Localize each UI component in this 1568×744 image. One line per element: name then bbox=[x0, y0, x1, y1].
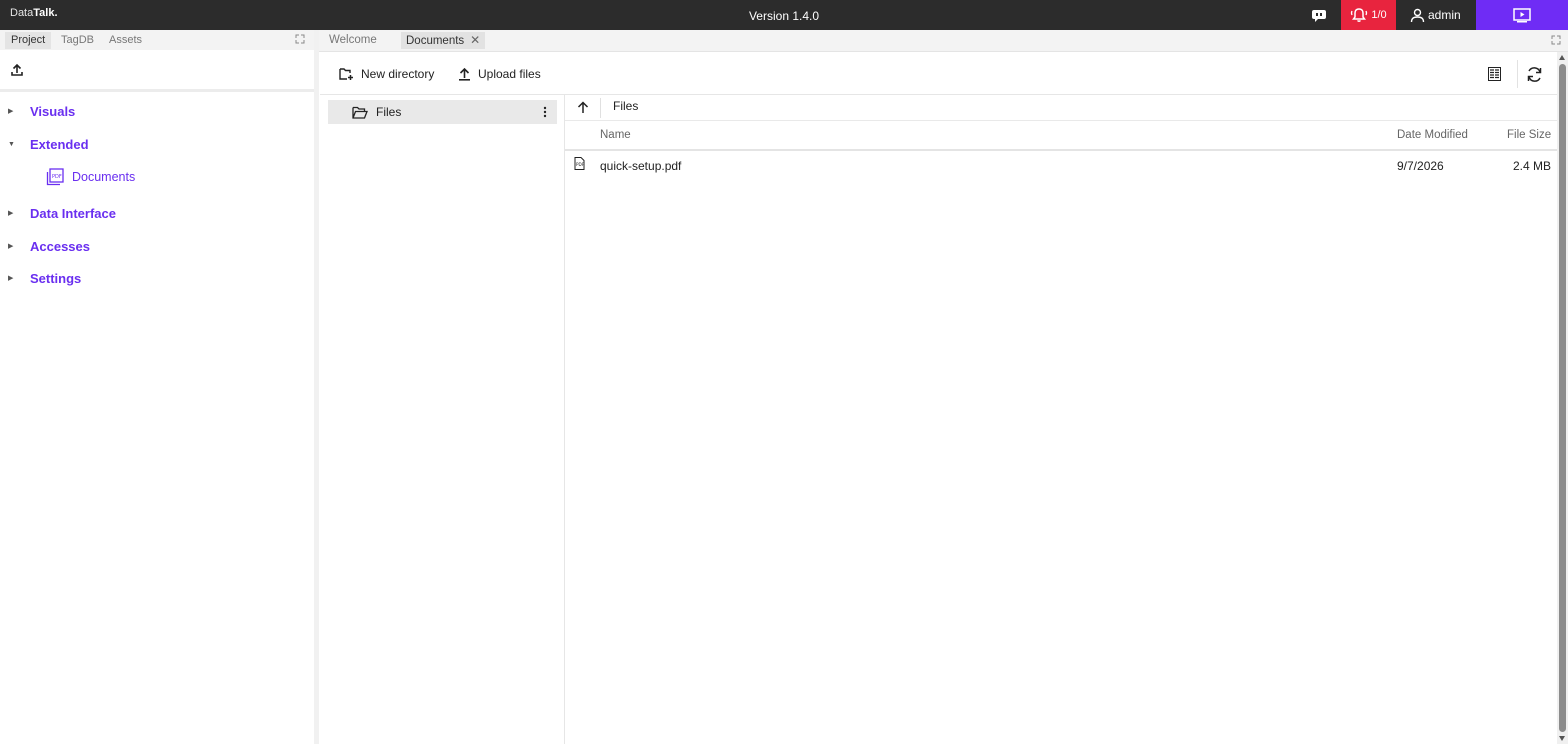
expand-panel-icon[interactable] bbox=[295, 34, 305, 44]
project-toolbar bbox=[0, 50, 314, 92]
breadcrumb-divider bbox=[600, 98, 601, 118]
view-details-button[interactable] bbox=[1483, 64, 1505, 84]
upload-files-label: Upload files bbox=[478, 67, 541, 81]
documents-icon: PDF bbox=[46, 168, 64, 186]
navigate-up-button[interactable] bbox=[575, 97, 591, 117]
user-menu-button[interactable]: admin bbox=[1404, 0, 1476, 30]
alarm-count: 1/0 bbox=[1371, 9, 1387, 21]
column-header-name[interactable]: Name bbox=[600, 129, 631, 141]
version-label: Version 1.4.0 bbox=[748, 9, 820, 23]
left-panel: Project TagDB Assets ▶ Visuals ▼ Extende… bbox=[0, 30, 314, 744]
arrow-up-icon bbox=[577, 100, 589, 113]
main-area: Welcome Documents ✕ New directory Upload … bbox=[319, 30, 1568, 744]
new-directory-button[interactable]: New directory bbox=[339, 64, 434, 84]
tab-welcome[interactable]: Welcome bbox=[324, 32, 382, 49]
pdf-file-icon: PDF bbox=[574, 157, 585, 170]
caret-right-icon: ▶ bbox=[8, 275, 14, 282]
open-viewer-button[interactable] bbox=[1476, 0, 1568, 30]
upload-files-button[interactable]: Upload files bbox=[458, 64, 541, 84]
tab-project[interactable]: Project bbox=[5, 32, 52, 49]
user-name: admin bbox=[1428, 8, 1461, 22]
svg-text:PDF: PDF bbox=[52, 174, 62, 180]
tab-tagdb[interactable]: TagDB bbox=[55, 32, 100, 49]
tree-item-extended[interactable]: ▼ Extended bbox=[0, 134, 89, 154]
tree-item-label: Extended bbox=[30, 136, 89, 152]
tree-item-label: Accesses bbox=[30, 238, 90, 254]
file-name: quick-setup.pdf bbox=[600, 159, 682, 173]
file-size: 2.4 MB bbox=[1513, 159, 1552, 173]
toolbar-divider bbox=[1517, 60, 1518, 88]
folder-open-icon bbox=[352, 106, 368, 119]
tree-item-visuals[interactable]: ▶ Visuals bbox=[0, 101, 75, 121]
tree-item-data-interface[interactable]: ▶ Data Interface bbox=[0, 203, 116, 223]
new-folder-icon bbox=[339, 68, 353, 80]
user-icon bbox=[1410, 8, 1425, 22]
tab-label: Documents bbox=[406, 35, 465, 47]
expand-editor-icon[interactable] bbox=[1551, 35, 1561, 45]
directory-item-files[interactable]: Files bbox=[328, 100, 557, 124]
svg-text:PDF: PDF bbox=[576, 162, 585, 167]
tree-item-settings[interactable]: ▶ Settings bbox=[0, 268, 81, 288]
chat-button[interactable] bbox=[1306, 0, 1332, 30]
left-panel-tabs: Project TagDB Assets bbox=[0, 30, 314, 50]
top-bar: DataTalk. Version 1.4.0 1/0 admin bbox=[0, 0, 1568, 30]
caret-right-icon: ▶ bbox=[8, 243, 14, 250]
caret-right-icon: ▶ bbox=[8, 108, 14, 115]
scrollbar-thumb[interactable] bbox=[1559, 64, 1566, 732]
new-directory-label: New directory bbox=[361, 67, 435, 81]
tree-item-label: Data Interface bbox=[30, 205, 116, 221]
tree-item-label: Settings bbox=[30, 270, 82, 286]
alarm-button[interactable]: 1/0 bbox=[1341, 0, 1396, 30]
list-view-icon bbox=[1487, 67, 1501, 81]
chat-icon bbox=[1312, 9, 1326, 22]
refresh-button[interactable] bbox=[1523, 64, 1545, 84]
scroll-up-icon[interactable] bbox=[1559, 55, 1565, 60]
bell-alert-icon bbox=[1351, 8, 1368, 22]
file-date-modified: 9/7/2026 bbox=[1397, 159, 1444, 173]
editor-tabs: Welcome Documents ✕ bbox=[319, 30, 1568, 52]
more-vertical-icon[interactable] bbox=[543, 105, 547, 119]
upload-icon bbox=[459, 67, 470, 81]
file-list-pane: Files Name Date Modified File Size PDF q… bbox=[565, 95, 1557, 744]
column-header-file-size[interactable]: File Size bbox=[1507, 129, 1551, 141]
tab-documents[interactable]: Documents ✕ bbox=[401, 32, 486, 49]
directory-tree-pane: Files bbox=[320, 95, 565, 744]
tree-item-documents[interactable]: PDF Documents bbox=[46, 167, 135, 187]
breadcrumb: Files bbox=[565, 95, 1557, 121]
file-toolbar: New directory Upload files bbox=[320, 52, 1557, 95]
directory-label: Files bbox=[376, 105, 402, 119]
tab-assets[interactable]: Assets bbox=[103, 32, 148, 49]
upload-icon[interactable] bbox=[10, 63, 24, 77]
caret-down-icon: ▼ bbox=[8, 140, 15, 148]
caret-right-icon: ▶ bbox=[8, 210, 14, 217]
breadcrumb-item[interactable]: Files bbox=[613, 99, 638, 113]
refresh-icon bbox=[1527, 66, 1541, 82]
tree-item-label: Documents bbox=[72, 170, 136, 184]
tree-item-label: Visuals bbox=[30, 103, 76, 119]
play-window-icon bbox=[1513, 7, 1531, 22]
close-tab-icon[interactable]: ✕ bbox=[470, 33, 480, 47]
vertical-scrollbar[interactable] bbox=[1557, 52, 1568, 744]
tree-item-accesses[interactable]: ▶ Accesses bbox=[0, 236, 90, 256]
scroll-down-icon[interactable] bbox=[1559, 736, 1565, 741]
file-table-header: Name Date Modified File Size bbox=[565, 121, 1557, 151]
column-header-date-modified[interactable]: Date Modified bbox=[1397, 129, 1468, 141]
table-row[interactable]: PDF quick-setup.pdf 9/7/2026 2.4 MB bbox=[565, 153, 1557, 179]
